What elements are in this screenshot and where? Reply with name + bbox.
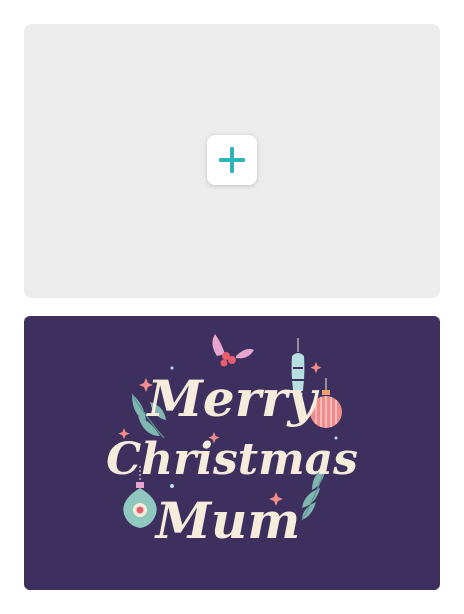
plus-icon: [219, 147, 245, 173]
greeting-line-2: Christmas: [106, 434, 358, 485]
upload-card[interactable]: [24, 24, 440, 298]
greeting-line-1: Merry: [146, 369, 320, 428]
card-artwork: Merry Christmas Mum: [106, 334, 358, 550]
card-design-preview[interactable]: Merry Christmas Mum: [24, 316, 440, 590]
add-photo-button[interactable]: [207, 135, 257, 185]
holly-berries-icon: [212, 334, 254, 367]
greeting-line-3: Mum: [154, 491, 301, 550]
